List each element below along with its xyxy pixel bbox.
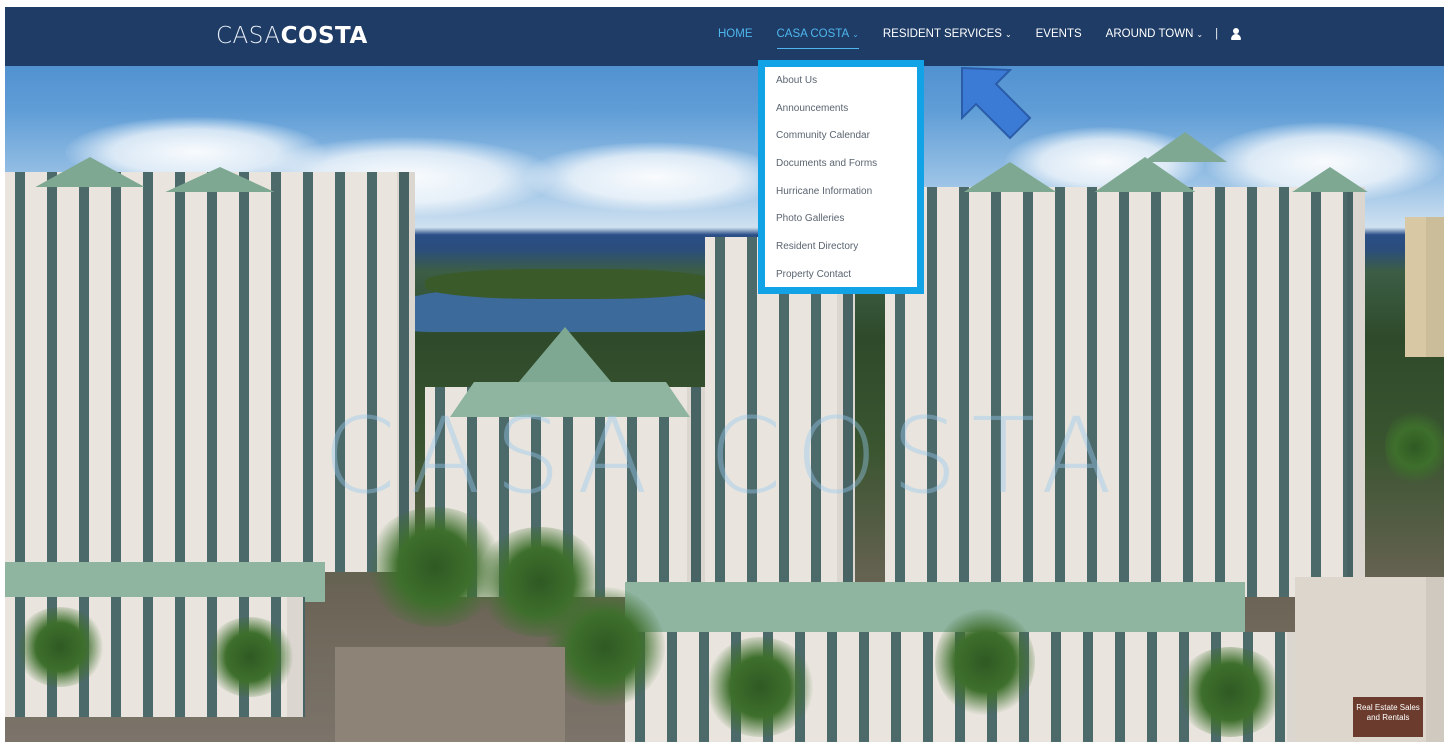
annotation-arrow-icon: [961, 66, 1032, 140]
nav-around-town-label: AROUND TOWN: [1105, 28, 1194, 40]
palm-tree: [1175, 647, 1285, 737]
palm-tree: [935, 607, 1035, 717]
nav-resident-services-label: RESIDENT SERVICES: [882, 28, 1002, 40]
nav-home[interactable]: HOME: [718, 28, 753, 40]
logo-bold-text: COSTA: [280, 23, 368, 49]
hero-image: CASA COSTA Real Estate Sales and Rentals: [5, 7, 1444, 742]
dropdown-menu-list: About Us Announcements Community Calenda…: [768, 67, 918, 289]
far-right-building: [1405, 217, 1444, 357]
nav-resident-services[interactable]: RESIDENT SERVICES ⌄: [883, 28, 1012, 40]
right-tower: [885, 187, 1365, 597]
main-nav: HOME CASA COSTA ⌄ RESIDENT SERVICES ⌄ EVEN…: [718, 28, 1242, 49]
palm-tree: [205, 617, 295, 697]
nav-around-town[interactable]: AROUND TOWN ⌄: [1106, 28, 1203, 40]
nav-casa-costa-label: CASA COSTA: [776, 28, 850, 40]
dropdown-item-resident-directory[interactable]: Resident Directory: [768, 233, 918, 261]
lowrise-roof: [5, 562, 325, 602]
lowrise-roof: [625, 582, 1245, 637]
user-icon[interactable]: [1230, 28, 1242, 40]
real-estate-sign: Real Estate Sales and Rentals: [1353, 697, 1423, 737]
site-logo[interactable]: CASACOSTA: [216, 23, 368, 49]
top-navbar: CASACOSTA HOME CASA COSTA ⌄ RESIDENT SERV…: [5, 7, 1444, 66]
nav-separator: |: [1215, 28, 1219, 40]
dropdown-item-documents-and-forms[interactable]: Documents and Forms: [768, 150, 918, 178]
dropdown-item-hurricane-information[interactable]: Hurricane Information: [768, 178, 918, 206]
dropdown-item-property-contact[interactable]: Property Contact: [768, 261, 918, 289]
cloud: [525, 142, 785, 212]
mangrove: [425, 269, 715, 299]
nav-events[interactable]: EVENTS: [1036, 28, 1082, 40]
hero-watermark: CASA COSTA: [323, 395, 1126, 517]
nav-casa-costa[interactable]: CASA COSTA ⌄: [776, 28, 860, 49]
nav-events-label: EVENTS: [1035, 28, 1082, 40]
logo-light-text: CASA: [216, 23, 281, 49]
center-roof: [514, 327, 616, 387]
dropdown-item-community-calendar[interactable]: Community Calendar: [768, 122, 918, 150]
palm-tree: [705, 637, 815, 737]
chevron-down-icon: ⌄: [1196, 30, 1204, 39]
chevron-down-icon: ⌄: [852, 30, 859, 39]
dropdown-item-announcements[interactable]: Announcements: [768, 95, 918, 123]
dropdown-item-about-us[interactable]: About Us: [768, 67, 918, 95]
chevron-down-icon: ⌄: [1004, 30, 1012, 39]
dropdown-item-photo-galleries[interactable]: Photo Galleries: [768, 205, 918, 233]
page-frame: CASA COSTA Real Estate Sales and Rentals…: [5, 7, 1444, 742]
palm-tree: [15, 607, 105, 687]
nav-home-label: HOME: [718, 28, 753, 40]
driveway: [335, 647, 565, 742]
